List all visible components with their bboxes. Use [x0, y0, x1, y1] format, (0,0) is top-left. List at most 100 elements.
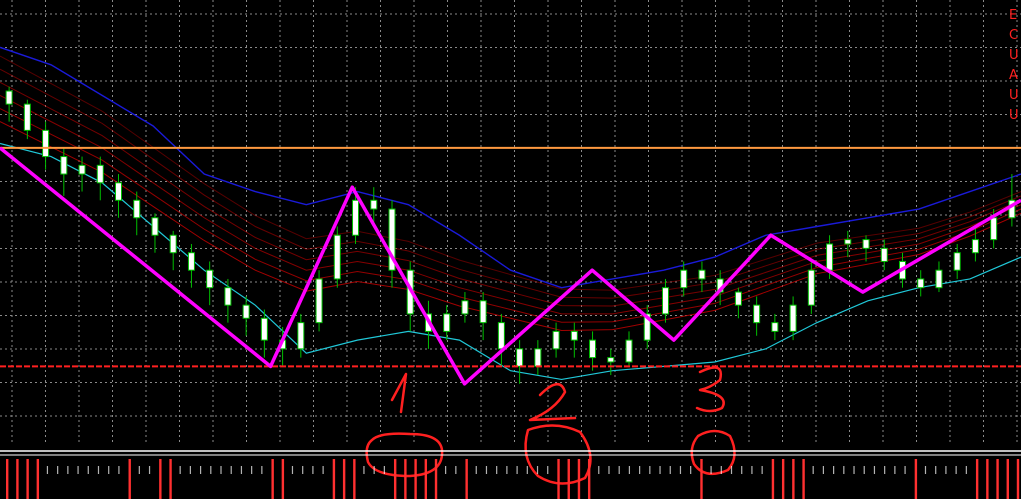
candle-body [680, 269, 688, 289]
histogram-tick [210, 466, 212, 474]
candle-body [370, 199, 378, 210]
histogram-tick [669, 466, 671, 474]
candle-body [443, 313, 451, 332]
histogram-tick [833, 466, 835, 474]
histogram-tick [57, 466, 59, 474]
candle-body [42, 129, 50, 158]
candle-body [607, 357, 615, 363]
candle-body [206, 269, 214, 289]
side-label: U [1009, 108, 1019, 123]
histogram-tick [904, 466, 906, 474]
histogram-tick [924, 466, 927, 474]
histogram-tick [108, 466, 110, 474]
histogram-bar [159, 459, 162, 499]
histogram-tick [751, 466, 753, 474]
candle-body [880, 247, 888, 262]
chart-container: ECUAUU [0, 0, 1021, 499]
candle-body [5, 90, 13, 105]
candle-body [224, 287, 232, 306]
histogram-tick [383, 466, 385, 474]
candle-body [826, 243, 834, 271]
histogram-bar [1016, 459, 1020, 499]
histogram-bar [36, 459, 40, 499]
side-labels: ECUAUU [1009, 6, 1019, 126]
candle-body [315, 278, 323, 324]
candle-body [497, 322, 505, 350]
histogram-tick [189, 466, 191, 474]
histogram-bar [6, 459, 9, 499]
histogram-tick [679, 466, 682, 474]
histogram-tick [179, 466, 181, 474]
histogram-bar [271, 459, 274, 499]
histogram-tick [138, 466, 140, 474]
candle-body [133, 199, 141, 219]
histogram-bar [281, 459, 285, 499]
histogram-tick [965, 466, 967, 474]
histogram-tick [97, 466, 100, 474]
candle-body [807, 269, 815, 306]
candle-body [78, 164, 86, 175]
histogram-bar [353, 459, 356, 499]
candle-body [187, 252, 195, 271]
histogram-tick [373, 466, 375, 474]
candle-body [23, 103, 31, 131]
histogram-tick [240, 466, 243, 474]
histogram-tick [873, 466, 876, 474]
histogram-tick [251, 466, 253, 474]
histogram-tick [363, 466, 365, 474]
histogram-tick [302, 466, 304, 474]
candle-body [789, 304, 797, 332]
histogram-bar [424, 459, 428, 499]
histogram-bar [465, 459, 468, 499]
candle-body [661, 287, 669, 315]
side-label: C [1009, 28, 1019, 43]
histogram-bar [404, 459, 407, 499]
histogram-tick [649, 466, 651, 474]
histogram-tick [690, 466, 692, 474]
candle-body [516, 348, 524, 367]
candle-body [333, 234, 341, 280]
candle-body [771, 322, 779, 332]
histogram-tick [220, 466, 222, 474]
candle-body [534, 348, 542, 367]
histogram-bar [16, 459, 19, 499]
histogram-bar [975, 459, 979, 499]
histogram-tick [291, 466, 294, 474]
histogram-bar [332, 459, 336, 499]
histogram-bar [914, 459, 918, 499]
histogram-tick [46, 466, 49, 474]
candle-body [479, 300, 487, 324]
histogram-bar [342, 459, 346, 499]
candle-body [115, 182, 123, 201]
histogram-tick [863, 466, 865, 474]
candle-body [151, 217, 159, 236]
candle-body [169, 234, 177, 254]
candle-body [990, 217, 998, 241]
candle-body [734, 291, 742, 306]
histogram-tick [639, 466, 641, 474]
histogram-tick [730, 466, 733, 474]
candle-body [352, 199, 360, 236]
candle-body [844, 239, 852, 245]
candle-body [297, 322, 305, 350]
histogram-tick [935, 466, 937, 474]
histogram-tick [945, 466, 947, 474]
histogram-tick [230, 466, 232, 474]
candle-body [862, 239, 870, 249]
histogram-tick [628, 466, 631, 474]
histogram-bar [169, 459, 172, 499]
histogram-tick [822, 466, 824, 474]
histogram-tick [547, 466, 549, 474]
candle-body [570, 330, 578, 341]
histogram-bar [996, 459, 999, 499]
candle-body [935, 269, 943, 289]
price-chart[interactable] [0, 0, 1021, 499]
histogram-tick [598, 466, 600, 474]
candle-body [461, 300, 469, 315]
chart-background [0, 0, 1021, 499]
histogram-bar [781, 459, 785, 499]
histogram-tick [87, 466, 89, 474]
histogram-tick [322, 466, 324, 474]
histogram-tick [526, 466, 528, 474]
candle-body [698, 269, 706, 280]
